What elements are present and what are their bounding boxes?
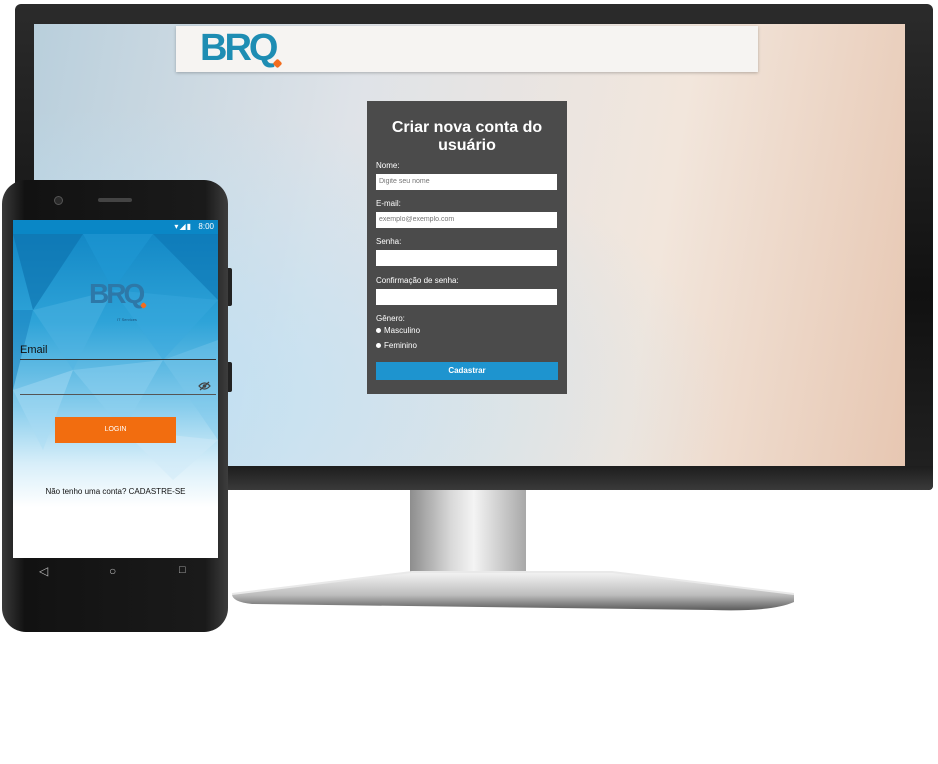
- password-label: Senha:: [376, 237, 402, 246]
- radio-button[interactable]: [376, 343, 381, 348]
- email-underline: [20, 359, 216, 360]
- submit-button[interactable]: Cadastrar: [376, 362, 558, 380]
- web-header: BRQ: [176, 26, 758, 72]
- confirm-password-input[interactable]: [376, 289, 557, 305]
- gender-option-masculino[interactable]: Masculino: [376, 326, 420, 335]
- form-title: Criar nova conta do usuário: [391, 119, 543, 154]
- phone-camera: [54, 196, 63, 205]
- phone-navigation-bar: ◁ ○ □: [13, 558, 218, 584]
- signup-link[interactable]: Não tenho uma conta? CADASTRE-SE: [13, 487, 218, 496]
- logo-subtitle: IT Services: [117, 317, 137, 322]
- radio-label: Feminino: [384, 341, 417, 350]
- back-icon[interactable]: ◁: [39, 564, 48, 578]
- login-button[interactable]: LOGIN: [55, 417, 176, 443]
- brq-logo: BRQ: [200, 27, 278, 69]
- gender-option-feminino[interactable]: Feminino: [376, 341, 417, 350]
- power-button: [228, 362, 232, 392]
- email-label: E-mail:: [376, 199, 401, 208]
- phone-speaker: [98, 198, 132, 202]
- home-icon[interactable]: ○: [109, 564, 116, 578]
- battery-icon: ▮: [186, 222, 192, 231]
- recents-icon[interactable]: □: [179, 564, 186, 576]
- name-input[interactable]: [376, 174, 557, 190]
- email-input[interactable]: [376, 212, 557, 228]
- monitor-stand-base: [232, 566, 794, 612]
- volume-button: [228, 268, 232, 306]
- confirm-password-label: Confirmação de senha:: [376, 276, 459, 285]
- gender-label: Gênero:: [376, 314, 405, 323]
- radio-label: Masculino: [384, 326, 421, 335]
- brq-logo: BRQ: [89, 278, 145, 309]
- status-time: 8:00: [198, 222, 214, 231]
- status-bar: ▾◢▮ 8:00: [13, 220, 218, 234]
- signal-icon: ◢: [179, 222, 187, 231]
- status-icons: ▾◢▮: [174, 222, 192, 231]
- name-label: Nome:: [376, 161, 400, 170]
- background-pattern: [13, 234, 218, 480]
- password-field[interactable]: [20, 394, 216, 395]
- phone-screen: ▾◢▮ 8:00 BRQ IT Services Email LOGIN Não…: [13, 220, 218, 558]
- signup-form: Criar nova conta do usuário Nome: E-mail…: [367, 101, 567, 394]
- radio-button[interactable]: [376, 328, 381, 333]
- email-field[interactable]: Email: [20, 344, 48, 356]
- password-input[interactable]: [376, 250, 557, 266]
